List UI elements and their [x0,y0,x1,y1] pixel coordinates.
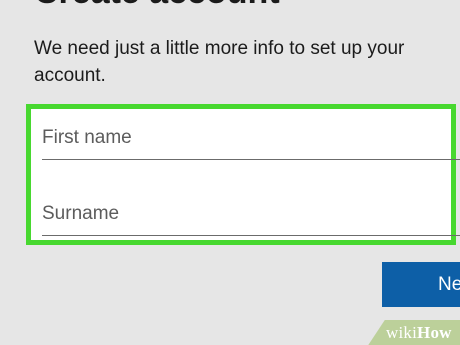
watermark-how: How [417,323,452,342]
watermark-wiki: wiki [386,323,418,342]
info-description: We need just a little more info to set u… [34,38,405,86]
next-button[interactable]: Next [382,262,460,307]
surname-placeholder: Surname [42,203,120,224]
first-name-input[interactable]: First name [42,119,460,160]
page-title: Create account [34,0,280,12]
wikihow-watermark: wikiHow [386,323,452,343]
first-name-placeholder: First name [42,127,132,148]
name-form-highlight: First name Surname [26,104,460,245]
surname-input[interactable]: Surname [42,195,460,236]
